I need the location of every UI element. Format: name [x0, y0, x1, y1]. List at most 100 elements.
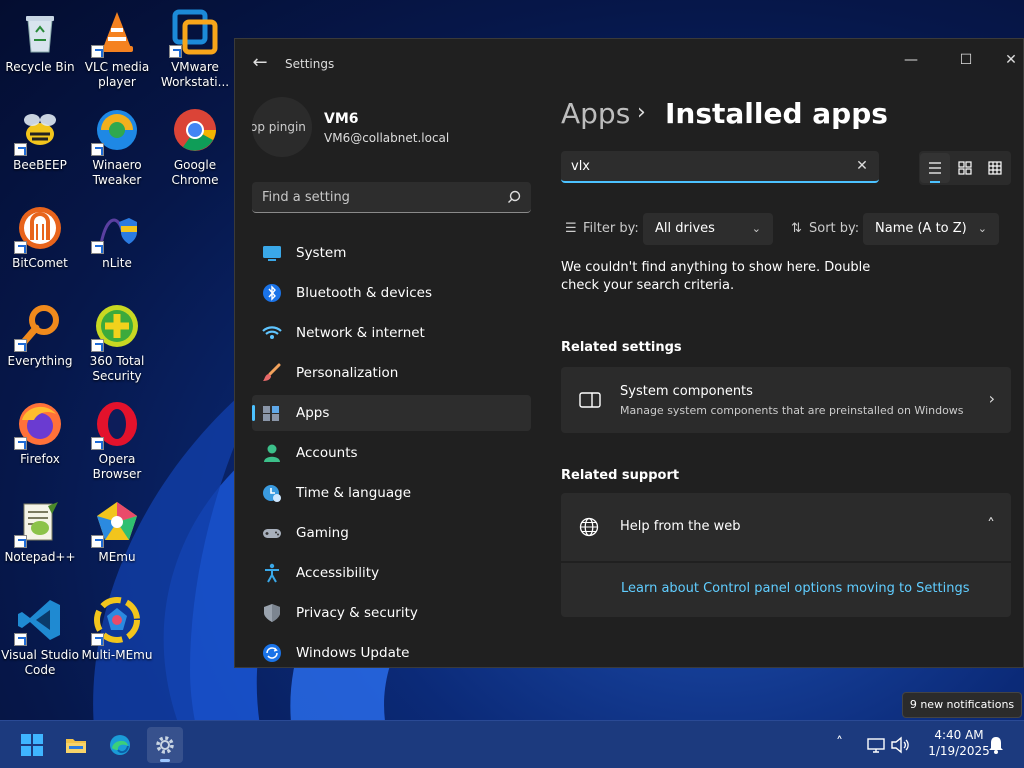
sidebar-item-label: Apps	[296, 405, 330, 421]
shortcut-arrow-icon	[91, 45, 104, 58]
grid-view-button[interactable]	[950, 153, 980, 183]
filter-dropdown[interactable]: All drives ⌄	[643, 213, 773, 245]
windows-update-icon	[263, 644, 281, 662]
shortcut-arrow-icon	[169, 45, 182, 58]
minimize-button[interactable]: —	[891, 45, 931, 75]
close-button[interactable]: ✕	[991, 45, 1023, 75]
sidebar-item-privacy-security[interactable]: Privacy & security	[252, 595, 531, 631]
tiles-icon	[988, 161, 1002, 175]
accessibility-icon	[265, 563, 279, 583]
system-icon	[263, 246, 281, 261]
start-button[interactable]	[14, 727, 50, 763]
sidebar-item-accounts[interactable]: Accounts	[252, 435, 531, 471]
sort-icon: ⇅	[791, 221, 802, 236]
sidebar-item-label: Windows Update	[296, 645, 410, 661]
shortcut-arrow-icon	[14, 241, 27, 254]
sidebar-item-personalization[interactable]: Personalization	[252, 355, 531, 391]
folder-icon	[66, 739, 86, 753]
settings-window: ← Settings — ☐ ✕ op pingin VM6 VM6@colla…	[234, 38, 1024, 668]
desktop-icon-nlite[interactable]: nLite	[77, 204, 157, 271]
chevron-down-icon: ⌄	[751, 222, 761, 235]
clear-search-button[interactable]: ✕	[853, 157, 871, 175]
sidebar-item-time-language[interactable]: Time & language	[252, 475, 531, 511]
desktop-icon-everything[interactable]: Everything	[0, 302, 80, 369]
edge-button[interactable]	[102, 727, 138, 763]
volume-icon[interactable]	[890, 735, 910, 755]
desktop-icon-label: Notepad++	[4, 550, 76, 564]
vlc-icon	[91, 8, 141, 58]
shortcut-arrow-icon	[91, 339, 104, 352]
nlite-icon	[91, 204, 141, 254]
desktop-icon-firefox[interactable]: Firefox	[0, 400, 80, 467]
desktop-icon-winaero-tweaker[interactable]: Winaero Tweaker	[77, 106, 157, 188]
show-hidden-icons-chevron-icon[interactable]: ˄	[836, 735, 856, 755]
sidebar-item-windows-update[interactable]: Windows Update	[252, 635, 531, 667]
shortcut-arrow-icon	[91, 143, 104, 156]
title-bar[interactable]: ← Settings — ☐ ✕	[235, 39, 1023, 87]
sort-dropdown[interactable]: Name (A to Z) ⌄	[863, 213, 999, 245]
chevron-up-icon: ˄	[987, 515, 995, 534]
desktop-icon-multi-memu[interactable]: Multi-MEmu	[77, 596, 157, 663]
desktop-icon-recycle-bin[interactable]: Recycle Bin	[0, 8, 80, 75]
desktop-icon-chrome[interactable]: Google Chrome	[155, 106, 235, 188]
time-language-icon	[263, 485, 281, 502]
desktop-icon-opera[interactable]: Opera Browser	[77, 400, 157, 482]
sort-label: ⇅ Sort by:	[791, 221, 859, 236]
beebeep-icon	[14, 106, 64, 156]
desktop-icon-label: nLite	[102, 256, 132, 270]
sidebar-item-network[interactable]: Network & internet	[252, 315, 531, 351]
desktop-icon-label: VMware Workstati...	[160, 60, 230, 89]
sidebar-item-label: Personalization	[296, 365, 399, 381]
shortcut-arrow-icon	[91, 437, 104, 450]
taskbar-clock-date[interactable]: 1/19/2025	[922, 744, 996, 758]
avatar[interactable]: op pingin	[252, 97, 312, 157]
sidebar-item-system[interactable]: System	[252, 235, 531, 271]
chevron-right-icon: ›	[988, 389, 995, 408]
desktop-icon-beebeep[interactable]: BeeBEEP	[0, 106, 80, 173]
file-explorer-button[interactable]	[58, 727, 94, 763]
desktop-icon-memu[interactable]: MEmu	[77, 498, 157, 565]
desktop-icon-bitcomet[interactable]: BitComet	[0, 204, 80, 271]
shortcut-arrow-icon	[91, 535, 104, 548]
search-icon[interactable]	[507, 190, 521, 204]
list-view-button[interactable]	[920, 153, 950, 183]
desktop-icon-label: Multi-MEmu	[81, 648, 153, 662]
desktop-icon-label: Firefox	[20, 452, 60, 466]
sidebar-item-apps[interactable]: Apps	[252, 395, 531, 431]
taskbar-clock-time[interactable]: 4:40 AM	[922, 728, 996, 742]
sidebar-item-label: System	[296, 245, 347, 261]
notification-count-toast[interactable]: 9 new notifications	[902, 692, 1022, 718]
network-status-icon[interactable]	[866, 735, 886, 755]
settings-taskbar-button[interactable]	[147, 727, 183, 763]
find-setting-box	[252, 182, 531, 213]
back-button[interactable]: ←	[249, 53, 271, 75]
firefox-icon	[14, 400, 64, 450]
control-panel-help-link[interactable]: Learn about Control panel options moving…	[621, 581, 970, 596]
system-components-card[interactable]: System components Manage system componen…	[561, 367, 1011, 433]
sidebar-item-gaming[interactable]: Gaming	[252, 515, 531, 551]
shortcut-arrow-icon	[14, 535, 27, 548]
shield-icon	[264, 604, 280, 622]
desktop-icon-label: BitComet	[12, 256, 68, 270]
desktop-icon-360-security[interactable]: 360 Total Security	[77, 302, 157, 384]
desktop-icon-vscode[interactable]: Visual Studio Code	[0, 596, 80, 678]
window-title: Settings	[285, 57, 335, 71]
help-from-web-card[interactable]: Help from the web ˄	[561, 493, 1011, 561]
desktop-icon-label: Everything	[7, 354, 73, 368]
sidebar-item-bluetooth[interactable]: Bluetooth & devices	[252, 275, 531, 311]
vmware-icon	[169, 8, 219, 58]
desktop-icon-notepadpp[interactable]: Notepad++	[0, 498, 80, 565]
breadcrumb-apps[interactable]: Apps	[561, 97, 630, 130]
desktop-icon-label: Visual Studio Code	[1, 648, 79, 677]
desktop-icon-vmware[interactable]: VMware Workstati...	[155, 8, 235, 90]
related-settings-heading: Related settings	[561, 340, 682, 355]
maximize-button[interactable]: ☐	[946, 45, 986, 75]
arrow-left-icon: ←	[252, 52, 268, 73]
sidebar-item-accessibility[interactable]: Accessibility	[252, 555, 531, 591]
find-setting-input[interactable]	[252, 182, 492, 212]
sidebar-item-label: Bluetooth & devices	[296, 285, 433, 301]
desktop-icon-vlc[interactable]: VLC media player	[77, 8, 157, 90]
system-components-title: System components	[620, 384, 753, 399]
app-search-input[interactable]	[561, 151, 841, 181]
tile-view-button[interactable]	[980, 153, 1010, 183]
